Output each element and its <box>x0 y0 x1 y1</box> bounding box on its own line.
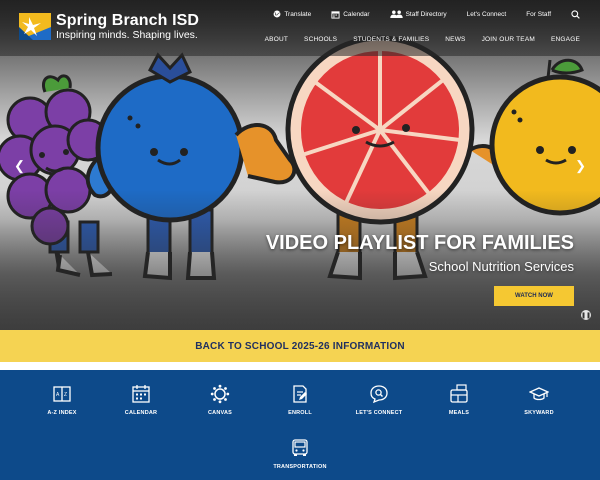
quick-link-a-z-index[interactable]: A Z A-Z INDEX <box>27 384 97 416</box>
meal-tray-icon <box>450 384 468 403</box>
district-logo-icon[interactable] <box>19 13 51 40</box>
quick-link-label: SKYWARD <box>524 410 554 416</box>
document-edit-icon <box>293 385 307 403</box>
graduation-cap-icon <box>529 387 549 401</box>
quick-link-label: CANVAS <box>207 410 233 416</box>
quick-link-label: ENROLL <box>288 410 312 416</box>
hero-title: VIDEO PLAYLIST FOR FAMILIES <box>265 232 574 254</box>
utility-calendar[interactable]: Calendar <box>331 10 370 19</box>
chevron-left-icon[interactable]: ❮ <box>14 158 25 174</box>
banner-label: BACK TO SCHOOL 2025-26 INFORMATION <box>195 340 405 352</box>
back-to-school-banner[interactable]: BACK TO SCHOOL 2025-26 INFORMATION <box>0 330 600 362</box>
bus-icon <box>292 439 308 456</box>
brand-name[interactable]: Spring Branch ISD <box>56 12 199 30</box>
pause-icon[interactable]: ❚❚ <box>581 310 591 320</box>
utility-translate[interactable]: Translate <box>273 10 311 18</box>
quick-link-label: TRANSPORTATION <box>273 464 327 470</box>
quick-link-label: CALENDAR <box>124 410 158 416</box>
watch-now-button[interactable]: WATCH NOW <box>494 286 574 306</box>
quick-links: A Z A-Z INDEX CALENDAR CANVAS ENROLL LET… <box>0 370 600 480</box>
calendar-icon <box>132 385 150 403</box>
quick-link-meals[interactable]: MEALS <box>424 384 494 416</box>
search-button[interactable] <box>571 9 580 19</box>
chevron-right-icon[interactable]: ❯ <box>575 158 586 174</box>
canvas-icon <box>210 384 230 404</box>
calendar-icon <box>331 10 340 19</box>
quick-link-calendar[interactable]: CALENDAR <box>106 384 176 416</box>
quick-link-canvas[interactable]: CANVAS <box>185 384 255 416</box>
utility-lets-connect-label: Let's Connect <box>466 10 507 18</box>
hero-carousel: Spring Branch ISD Inspiring minds. Shapi… <box>0 0 600 330</box>
utility-lets-connect[interactable]: Let's Connect <box>467 11 507 18</box>
nav-join-our-team[interactable]: JOIN OUR TEAM <box>482 36 535 43</box>
utility-calendar-label: Calendar <box>343 10 370 18</box>
utility-translate-label: Translate <box>284 10 312 18</box>
utility-staff-directory[interactable]: Staff Directory <box>389 10 447 18</box>
quick-link-label: A-Z INDEX <box>47 410 77 416</box>
utility-for-staff-label: For Staff <box>526 10 551 18</box>
svg-text:A: A <box>56 392 60 398</box>
hero-subtitle: School Nutrition Services <box>428 259 574 274</box>
quick-link-skyward[interactable]: SKYWARD <box>504 384 574 416</box>
chat-search-icon <box>370 385 388 404</box>
book-icon: A Z <box>53 386 71 402</box>
utility-staff-directory-label: Staff Directory <box>405 10 447 18</box>
nav-students-families[interactable]: STUDENTS & FAMILIES <box>353 36 429 43</box>
utility-nav: Translate Calendar Staff Directory Let's… <box>273 8 600 20</box>
nav-schools[interactable]: SCHOOLS <box>304 36 337 43</box>
divider <box>0 362 600 370</box>
utility-for-staff[interactable]: For Staff <box>526 11 551 18</box>
quick-link-transportation[interactable]: TRANSPORTATION <box>265 438 335 470</box>
site-header: Spring Branch ISD Inspiring minds. Shapi… <box>0 0 600 56</box>
quick-link-label: MEALS <box>448 410 470 416</box>
globe-icon <box>273 10 281 18</box>
svg-text:Z: Z <box>64 392 67 398</box>
quick-link-enroll[interactable]: ENROLL <box>265 384 335 416</box>
main-nav: ABOUT SCHOOLS STUDENTS & FAMILIES NEWS J… <box>249 36 580 43</box>
brand-tagline: Inspiring minds. Shaping lives. <box>56 29 198 41</box>
nav-about[interactable]: ABOUT <box>265 36 288 43</box>
nav-news[interactable]: NEWS <box>445 36 465 43</box>
nav-engage[interactable]: ENGAGE <box>551 36 580 43</box>
search-icon <box>571 9 580 19</box>
quick-link-label: LET'S CONNECT <box>355 410 403 416</box>
people-icon <box>389 10 403 18</box>
quick-link-lets-connect[interactable]: LET'S CONNECT <box>344 384 414 416</box>
